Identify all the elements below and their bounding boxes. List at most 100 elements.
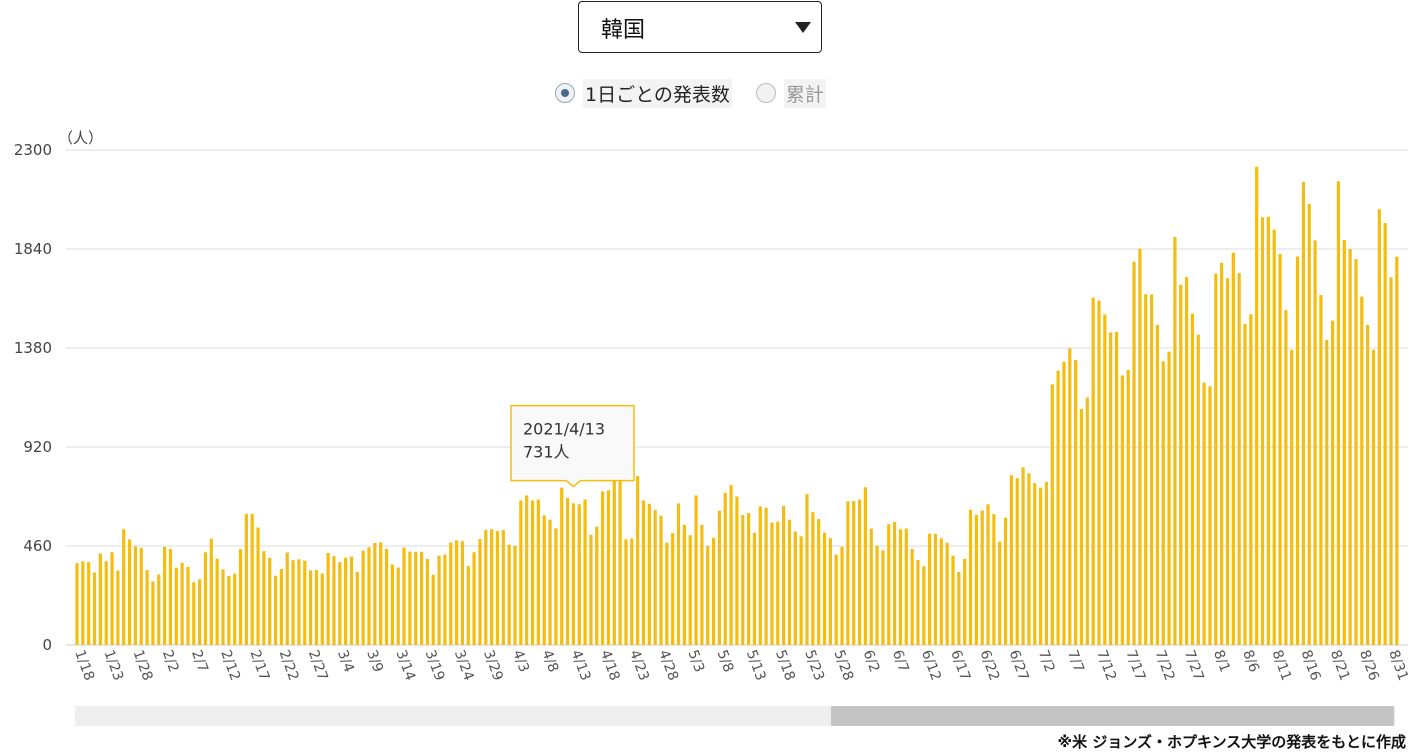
bar[interactable] [1220,262,1224,645]
bar[interactable] [478,539,482,645]
bar[interactable] [92,572,97,645]
bar[interactable] [1079,408,1084,645]
bar[interactable] [974,514,978,645]
bar[interactable] [425,558,429,645]
range-scrollbar-thumb[interactable] [831,706,1394,726]
bar[interactable] [116,570,120,645]
bar[interactable] [379,542,383,645]
bar[interactable] [1208,386,1212,645]
bar[interactable] [1225,278,1230,645]
bar[interactable] [419,551,424,645]
bar[interactable] [1068,348,1072,645]
bar[interactable] [898,529,903,645]
bar[interactable] [1109,332,1113,646]
bar[interactable] [653,509,657,645]
bar[interactable] [665,542,669,645]
bar[interactable] [244,513,248,645]
bar[interactable] [1190,313,1195,645]
bar[interactable] [75,563,79,645]
bar[interactable] [945,542,949,645]
bar[interactable] [542,515,546,645]
bar[interactable] [408,551,412,645]
bar[interactable] [332,556,336,645]
bar[interactable] [338,562,342,645]
bar[interactable] [992,514,996,645]
bar[interactable] [355,571,359,645]
bar[interactable] [834,554,838,645]
bar[interactable] [1039,487,1043,645]
bar[interactable] [601,491,605,645]
bar[interactable] [1056,370,1060,645]
bar[interactable] [857,499,862,645]
bar[interactable] [256,527,260,645]
bar[interactable] [1085,397,1089,646]
bar[interactable] [1260,217,1265,646]
bar[interactable] [1114,331,1119,645]
bar[interactable] [186,566,190,645]
bar[interactable] [1237,273,1241,645]
bar[interactable] [869,528,873,645]
bar[interactable] [817,519,821,645]
bar[interactable] [1266,216,1270,645]
bar[interactable] [1331,320,1335,645]
bar[interactable] [1003,517,1008,645]
bar[interactable] [525,495,529,645]
bar[interactable] [1336,181,1341,645]
bar[interactable] [309,570,313,645]
bar[interactable] [1173,236,1177,645]
bar[interactable] [571,503,575,645]
bar[interactable] [1126,369,1130,645]
bar[interactable] [770,522,774,645]
bar[interactable] [484,529,488,645]
bar[interactable] [822,532,827,645]
bar[interactable] [168,549,173,645]
bar[interactable] [1366,324,1370,645]
bar[interactable] [1144,294,1148,645]
bar[interactable] [314,570,319,645]
bar[interactable] [297,559,301,645]
bar[interactable] [612,476,616,645]
bar[interactable] [1155,324,1159,645]
bar[interactable] [472,552,476,645]
bar[interactable] [682,524,686,645]
bar[interactable] [799,536,803,645]
bar[interactable] [133,546,137,645]
bar[interactable] [437,555,441,645]
bar[interactable] [110,552,114,645]
bar[interactable] [268,557,272,645]
bar[interactable] [963,558,967,645]
bar[interactable] [758,506,762,645]
bar[interactable] [840,546,844,645]
bar[interactable] [951,555,955,645]
bar[interactable] [1214,273,1218,645]
bar[interactable] [1097,300,1101,645]
bar[interactable] [700,524,704,645]
bar[interactable] [367,547,371,645]
bar[interactable] [87,562,91,645]
bar[interactable] [1033,483,1037,645]
bar[interactable] [127,539,132,645]
bar[interactable] [1050,384,1054,645]
bar[interactable] [1389,277,1393,645]
bar[interactable] [215,558,219,645]
bar[interactable] [1249,314,1253,645]
bar[interactable] [706,546,710,645]
bar[interactable] [752,532,757,645]
bar[interactable] [583,499,587,645]
bar[interactable] [285,552,289,645]
bar[interactable] [1295,256,1300,645]
bar[interactable] [1074,360,1078,645]
bar[interactable] [501,530,505,645]
bar[interactable] [1044,481,1049,645]
bar[interactable] [1231,252,1235,645]
bar[interactable] [922,566,926,645]
bar[interactable] [1185,276,1189,645]
bar[interactable] [676,503,681,645]
bar[interactable] [711,537,716,645]
bar[interactable] [519,500,523,645]
bar[interactable] [490,529,494,645]
bar[interactable] [495,531,500,645]
bar[interactable] [157,574,161,645]
bar[interactable] [776,521,780,645]
bar[interactable] [1149,294,1154,645]
